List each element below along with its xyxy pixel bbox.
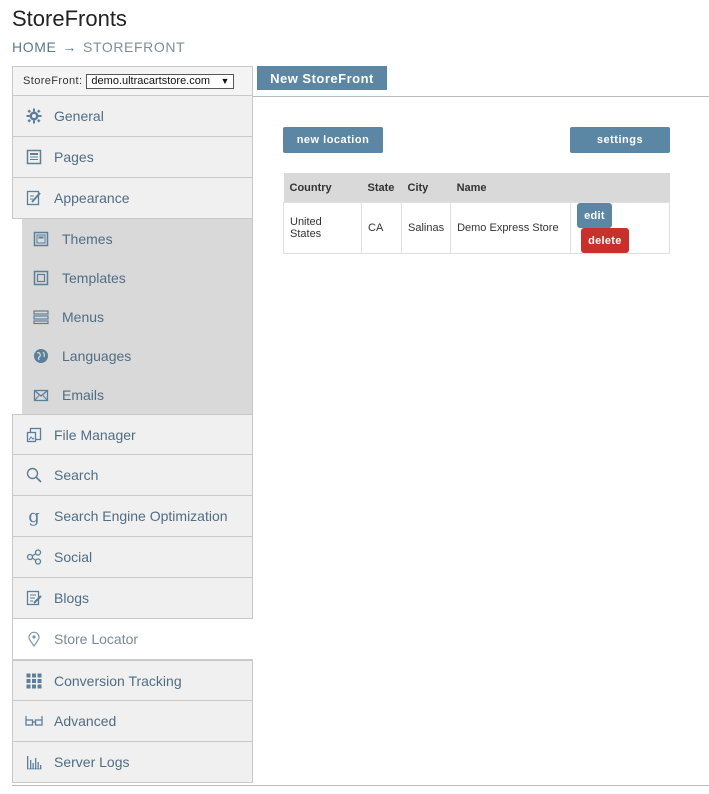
- appearance-icon: [25, 189, 43, 207]
- bar-chart-icon: [25, 753, 43, 771]
- sidebar-item-label: Social: [54, 549, 93, 565]
- cell-state: CA: [361, 202, 402, 254]
- storefront-selector-bar: StoreFront: demo.ultracartstore.com ▼: [12, 66, 253, 96]
- sidebar-item-conversion-tracking[interactable]: Conversion Tracking: [12, 660, 253, 701]
- cell-name: Demo Express Store: [450, 202, 572, 254]
- appearance-submenu: Themes Templates Menus Languages Emails: [22, 219, 253, 414]
- sidebar-item-seo[interactable]: g Search Engine Optimization: [12, 496, 253, 537]
- content-divider: [253, 96, 709, 97]
- breadcrumb-home-link[interactable]: HOME: [12, 39, 56, 55]
- sidebar-item-pages[interactable]: Pages: [12, 137, 253, 178]
- sidebar-subitem-languages[interactable]: Languages: [22, 336, 252, 375]
- gear-icon: [25, 107, 43, 125]
- delete-button[interactable]: delete: [581, 228, 629, 253]
- column-header-city: City: [401, 173, 451, 203]
- sidebar-item-label: Search Engine Optimization: [54, 508, 228, 524]
- sidebar-item-label: Server Logs: [54, 754, 130, 770]
- storefront-select-value: demo.ultracartstore.com: [91, 75, 211, 87]
- sidebar-item-advanced[interactable]: Advanced: [12, 701, 253, 742]
- sidebar-item-file-manager[interactable]: File Manager: [12, 414, 253, 455]
- location-pin-icon: [25, 630, 43, 648]
- sidebar-item-label: Conversion Tracking: [54, 672, 182, 689]
- sidebar-item-appearance[interactable]: Appearance: [12, 178, 253, 219]
- menu-icon: [32, 308, 50, 326]
- email-icon: [32, 386, 50, 404]
- sidebar-subitem-emails[interactable]: Emails: [22, 375, 252, 414]
- sidebar-subitem-menus[interactable]: Menus: [22, 297, 252, 336]
- sidebar-item-label: Store Locator: [54, 631, 139, 647]
- sidebar-item-store-locator[interactable]: Store Locator: [12, 619, 253, 660]
- sidebar-item-general[interactable]: General: [12, 96, 253, 137]
- sidebar-item-label: Advanced: [54, 713, 117, 729]
- sidebar-item-search[interactable]: Search: [12, 455, 253, 496]
- google-icon: g: [28, 505, 40, 527]
- cell-country: United States: [283, 202, 362, 254]
- column-header-state: State: [361, 173, 402, 203]
- storefront-select[interactable]: demo.ultracartstore.com ▼: [86, 73, 235, 89]
- new-location-button[interactable]: new location: [283, 127, 383, 153]
- file-manager-icon: [25, 426, 43, 444]
- sidebar: StoreFront: demo.ultracartstore.com ▼ Ge…: [12, 66, 253, 783]
- table-header-row: Country State City Name: [283, 173, 670, 203]
- storefront-selector-label: StoreFront:: [23, 75, 83, 87]
- cell-actions: editdelete: [570, 202, 670, 254]
- column-header-actions: [570, 173, 670, 203]
- bottom-divider: [12, 785, 709, 786]
- breadcrumb-current: STOREFRONT: [83, 39, 186, 55]
- globe-icon: [32, 347, 50, 365]
- sidebar-subitem-label: Themes: [62, 230, 113, 247]
- column-header-name: Name: [450, 173, 571, 203]
- sidebar-item-label: Search: [54, 467, 99, 483]
- sidebar-item-server-logs[interactable]: Server Logs: [12, 742, 253, 783]
- breadcrumb: HOME → STOREFRONT: [12, 39, 185, 55]
- blog-icon: [25, 589, 43, 607]
- sidebar-item-label: Blogs: [54, 590, 90, 606]
- new-storefront-tab[interactable]: New StoreFront: [257, 66, 387, 90]
- settings-button[interactable]: settings: [570, 127, 670, 153]
- sidebar-subitem-label: Menus: [62, 308, 105, 325]
- sidebar-subitem-label: Templates: [62, 269, 126, 286]
- grid-icon: [25, 672, 43, 690]
- glasses-icon: [25, 712, 43, 730]
- sidebar-subitem-label: Emails: [62, 386, 105, 403]
- search-icon: [25, 466, 43, 484]
- cell-city: Salinas: [400, 202, 452, 254]
- table-row: United States CA Salinas Demo Express St…: [283, 202, 670, 254]
- sidebar-item-social[interactable]: Social: [12, 537, 253, 578]
- column-header-country: Country: [283, 173, 362, 203]
- dropdown-arrow-icon: ▼: [220, 76, 230, 86]
- themes-icon: [32, 230, 50, 248]
- share-icon: [25, 548, 43, 566]
- sidebar-item-label: Pages: [54, 149, 94, 165]
- templates-icon: [32, 269, 50, 287]
- sidebar-subitem-templates[interactable]: Templates: [22, 258, 252, 297]
- page-icon: [25, 148, 43, 166]
- page-title: StoreFronts: [12, 6, 127, 31]
- breadcrumb-separator: →: [62, 39, 78, 55]
- locations-table: Country State City Name United States CA…: [283, 173, 670, 254]
- sidebar-item-blogs[interactable]: Blogs: [12, 578, 253, 619]
- sidebar-subitem-label: Languages: [62, 347, 132, 364]
- edit-button[interactable]: edit: [577, 203, 612, 228]
- sidebar-item-label: File Manager: [54, 426, 136, 443]
- sidebar-subitem-themes[interactable]: Themes: [22, 219, 252, 258]
- sidebar-item-label: Appearance: [54, 190, 130, 206]
- sidebar-item-label: General: [54, 108, 104, 124]
